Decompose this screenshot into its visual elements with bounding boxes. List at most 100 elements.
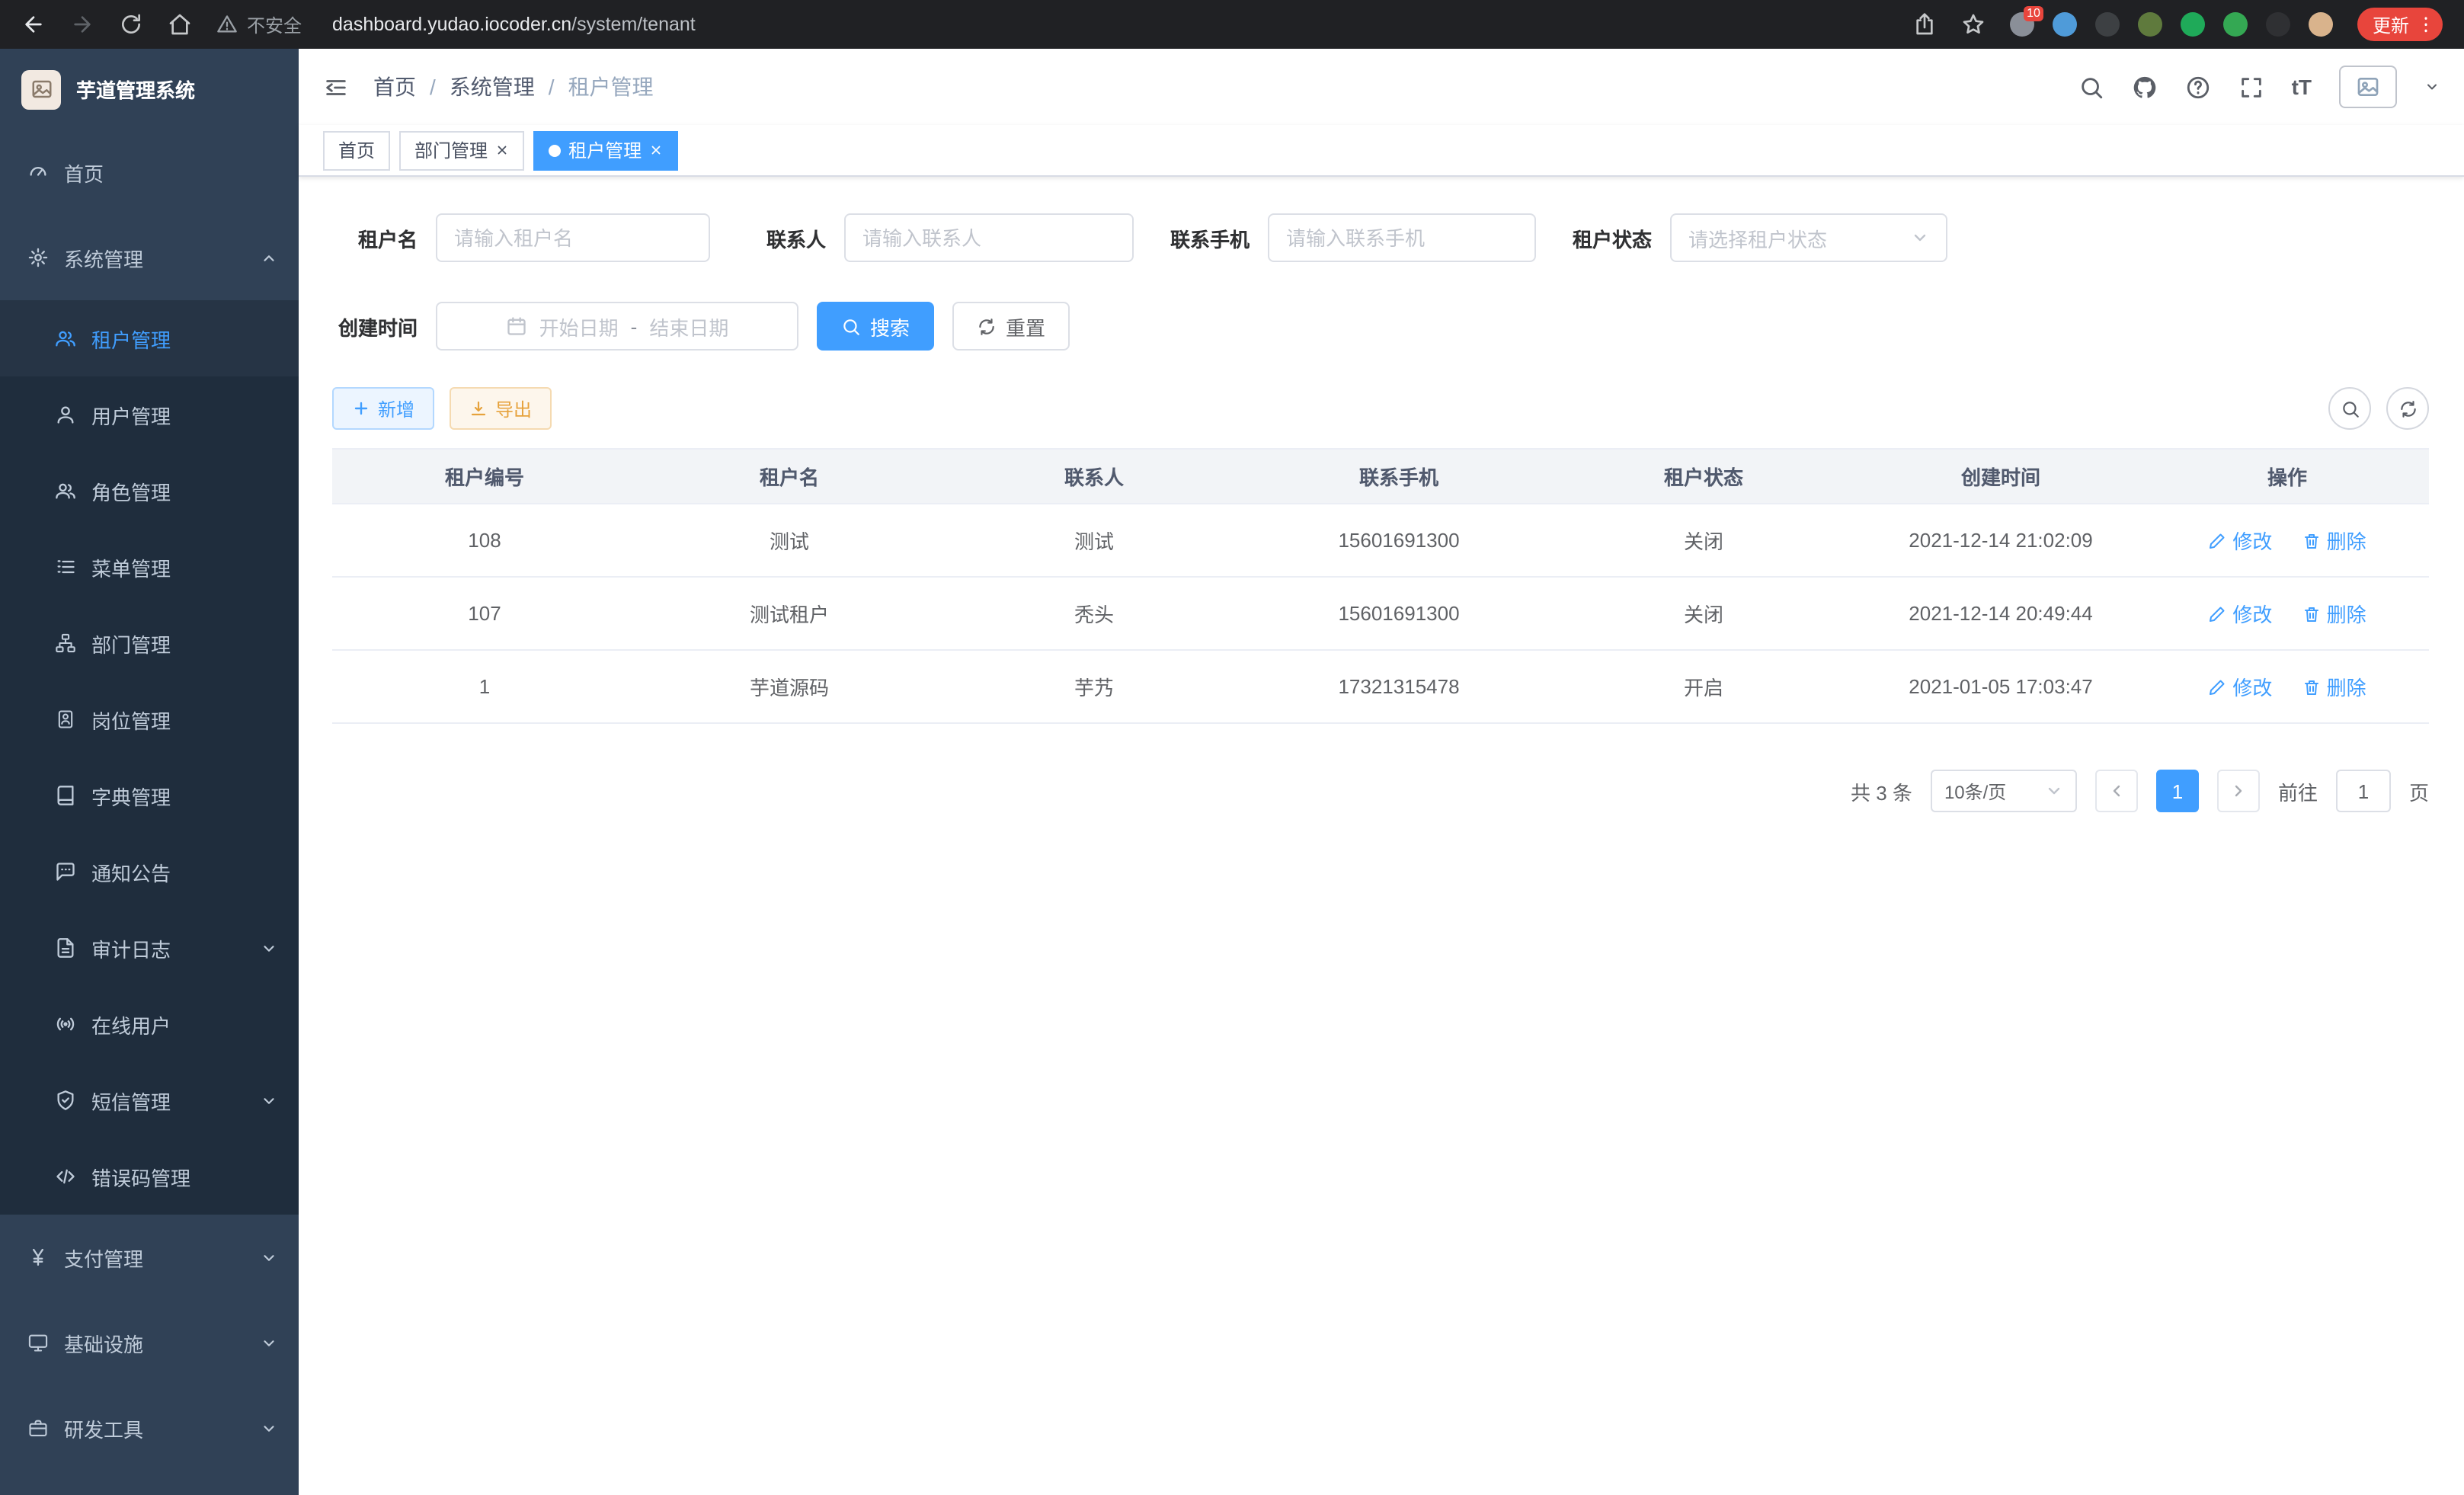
- sidebar: 芋道管理系统 首页 系统管理 租户管理 用户管理 角色管理 菜单管理 部门管理 …: [0, 49, 299, 1495]
- yen-icon: [27, 1247, 49, 1268]
- sidebar-item-user[interactable]: 用户管理: [0, 376, 299, 453]
- goto-page-input[interactable]: [2336, 770, 2391, 812]
- delete-button[interactable]: 删除: [2302, 526, 2366, 555]
- extension-dark-icon[interactable]: [2095, 12, 2120, 37]
- sidebar-item-post[interactable]: 岗位管理: [0, 681, 299, 757]
- next-page-button[interactable]: [2217, 770, 2260, 812]
- edit-button[interactable]: 修改: [2208, 672, 2272, 701]
- extension-dark-puzzle-icon[interactable]: [2266, 12, 2290, 37]
- reset-button[interactable]: 重置: [952, 302, 1070, 351]
- font-size-button[interactable]: tT: [2292, 75, 2312, 99]
- tab-dept[interactable]: 部门管理: [399, 130, 524, 170]
- status-cell: 开启: [1551, 650, 1856, 723]
- tab-home[interactable]: 首页: [323, 130, 390, 170]
- chevron-up-icon: [261, 249, 277, 266]
- tree-icon: [55, 632, 76, 654]
- security-indicator[interactable]: 不安全: [216, 11, 302, 37]
- home-button[interactable]: [168, 12, 192, 37]
- actions-cell: 修改 删除: [2146, 504, 2429, 577]
- close-tab-icon[interactable]: [495, 143, 509, 157]
- search-icon[interactable]: [2078, 74, 2104, 100]
- tenant-id-cell: 1: [332, 650, 637, 723]
- extension-olive-icon[interactable]: [2138, 12, 2162, 37]
- tenant-status-select[interactable]: 请选择租户状态: [1670, 213, 1947, 262]
- address-bar[interactable]: dashboard.yudao.iocoder.cn/system/tenant: [332, 14, 696, 35]
- add-button[interactable]: 新增: [332, 387, 434, 430]
- filter-row-1: 租户名 联系人 联系手机 租户状态 请选择租户状态: [332, 213, 2429, 262]
- sidebar-item-role[interactable]: 角色管理: [0, 453, 299, 529]
- breadcrumb-item[interactable]: 系统管理: [450, 72, 535, 102]
- fullscreen-icon[interactable]: [2238, 74, 2264, 100]
- sidebar-item-dict[interactable]: 字典管理: [0, 757, 299, 834]
- refresh-table-button[interactable]: [2386, 387, 2429, 430]
- page-size-select[interactable]: 10条/页: [1931, 770, 2077, 812]
- extension-blue-icon[interactable]: [2053, 12, 2077, 37]
- delete-button[interactable]: 删除: [2302, 599, 2366, 628]
- column-header: 联系人: [942, 449, 1246, 504]
- sidebar-item-audit-log[interactable]: 审计日志: [0, 910, 299, 986]
- sidebar-item-home[interactable]: 首页: [0, 130, 299, 215]
- browser-menu-icon[interactable]: [2415, 14, 2437, 35]
- sidebar-item-sms[interactable]: 短信管理: [0, 1062, 299, 1138]
- share-icon[interactable]: [1912, 12, 1937, 37]
- edit-button[interactable]: 修改: [2208, 599, 2272, 628]
- chevron-left-icon: [2107, 782, 2126, 800]
- column-header: 租户状态: [1551, 449, 1856, 504]
- help-icon[interactable]: [2185, 74, 2211, 100]
- status-cell: 关闭: [1551, 504, 1856, 577]
- date-range-picker[interactable]: 开始日期 - 结束日期: [436, 302, 798, 351]
- sidebar-item-dev-tool[interactable]: 研发工具: [0, 1385, 299, 1471]
- sidebar-item-notice[interactable]: 通知公告: [0, 834, 299, 910]
- created-time-cell: 2021-12-14 20:49:44: [1856, 577, 2146, 650]
- actions-cell: 修改 删除: [2146, 650, 2429, 723]
- tenant-name-input[interactable]: [436, 213, 710, 262]
- sidebar-item-menu[interactable]: 菜单管理: [0, 529, 299, 605]
- sidebar-item-infra[interactable]: 基础设施: [0, 1300, 299, 1385]
- tab-tenant[interactable]: 租户管理: [533, 130, 678, 170]
- sidebar-item-error-code[interactable]: 错误码管理: [0, 1138, 299, 1215]
- mobile-input[interactable]: [1268, 213, 1536, 262]
- contact-input[interactable]: [844, 213, 1134, 262]
- profile-avatar-icon[interactable]: [2309, 12, 2333, 37]
- export-button[interactable]: 导出: [450, 387, 552, 430]
- date-start-input[interactable]: 开始日期: [539, 312, 619, 341]
- update-button[interactable]: 更新: [2357, 8, 2443, 41]
- date-end-input[interactable]: 结束日期: [649, 312, 728, 341]
- tenant-name-cell: 测试租户: [637, 577, 942, 650]
- refresh-icon: [977, 316, 997, 336]
- sidebar-item-tenant[interactable]: 租户管理: [0, 300, 299, 376]
- chevron-down-icon[interactable]: [2424, 79, 2440, 94]
- page-1-button[interactable]: 1: [2156, 770, 2199, 812]
- breadcrumb-separator: /: [430, 75, 436, 99]
- edit-icon: [2208, 677, 2226, 696]
- filter-mobile: 联系手机: [1164, 213, 1536, 262]
- sidebar-item-pay[interactable]: 支付管理: [0, 1215, 299, 1300]
- back-button[interactable]: [21, 12, 46, 37]
- close-tab-icon[interactable]: [649, 143, 663, 157]
- reload-button[interactable]: [119, 12, 143, 37]
- sidebar-item-online-user[interactable]: 在线用户: [0, 986, 299, 1062]
- forward-button[interactable]: [70, 12, 94, 37]
- search-button-label: 搜索: [870, 312, 910, 341]
- prev-page-button[interactable]: [2095, 770, 2138, 812]
- extension-chat-icon[interactable]: [2223, 12, 2248, 37]
- edit-button[interactable]: 修改: [2208, 526, 2272, 555]
- github-icon[interactable]: [2132, 74, 2158, 100]
- sidebar-toggle-button[interactable]: [323, 74, 349, 100]
- toggle-search-button[interactable]: [2328, 387, 2371, 430]
- extensions: 10: [2010, 12, 2333, 37]
- bookmark-star-icon[interactable]: [1961, 12, 1986, 37]
- user-avatar[interactable]: [2339, 66, 2397, 108]
- sidebar-item-system[interactable]: 系统管理: [0, 215, 299, 300]
- create-time-label: 创建时间: [332, 312, 418, 341]
- delete-button[interactable]: 删除: [2302, 672, 2366, 701]
- app-logo[interactable]: 芋道管理系统: [0, 49, 299, 130]
- extension-puzzle-badged-icon[interactable]: 10: [2010, 12, 2034, 37]
- extension-green-circle-icon[interactable]: [2181, 12, 2205, 37]
- download-icon: [469, 399, 488, 418]
- mobile-label: 联系手机: [1164, 223, 1250, 252]
- sidebar-item-dept[interactable]: 部门管理: [0, 605, 299, 681]
- search-button[interactable]: 搜索: [817, 302, 934, 351]
- breadcrumb-item[interactable]: 首页: [373, 72, 416, 102]
- column-header: 租户名: [637, 449, 942, 504]
